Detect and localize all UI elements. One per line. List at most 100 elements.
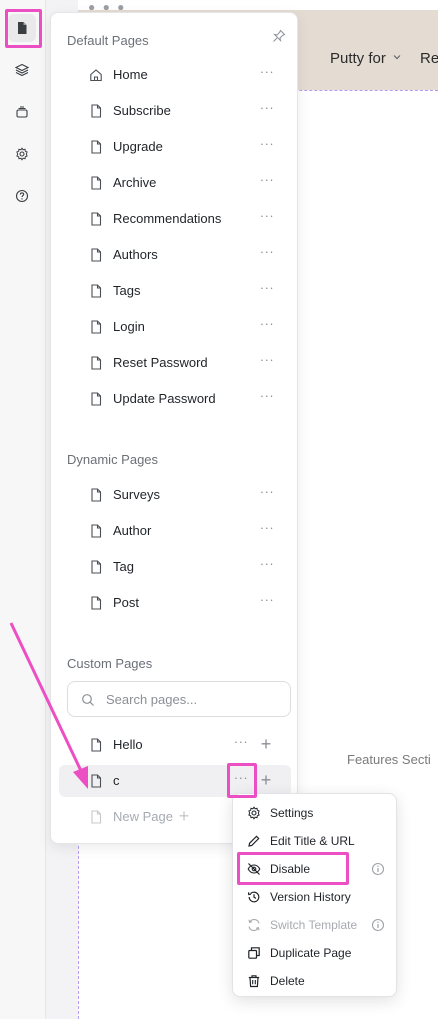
page-item[interactable]: Reset Password ··· bbox=[59, 347, 291, 379]
page-label: Reset Password bbox=[113, 355, 208, 370]
page-item[interactable]: Tags ··· bbox=[59, 275, 291, 307]
more-options-button[interactable]: ··· bbox=[258, 208, 276, 228]
left-icon-rail bbox=[0, 0, 46, 1019]
page-icon bbox=[91, 488, 102, 502]
info-icon bbox=[371, 862, 385, 876]
duplicate-icon bbox=[248, 947, 260, 959]
page-label: Tags bbox=[113, 283, 141, 298]
page-icon bbox=[91, 738, 102, 752]
page-item[interactable]: Hello ··· + bbox=[59, 729, 291, 761]
page-context-menu: Settings Edit Title & URL Disable Version H… bbox=[232, 793, 397, 997]
page-item[interactable]: Subscribe ··· bbox=[59, 95, 291, 127]
page-item[interactable]: Archive ··· bbox=[59, 167, 291, 199]
menu-item-pencil[interactable]: Edit Title & URL bbox=[237, 827, 394, 855]
menu-item-switch: Switch Template bbox=[237, 911, 394, 939]
page-item[interactable]: Post ··· bbox=[59, 587, 291, 619]
page-icon bbox=[91, 284, 102, 298]
layers-icon bbox=[15, 63, 29, 77]
page-item[interactable]: Update Password ··· bbox=[59, 383, 291, 415]
page-label: Post bbox=[113, 595, 140, 610]
page-label: Author bbox=[113, 523, 152, 538]
page-label: Hello bbox=[113, 737, 143, 752]
layers-rail-button[interactable] bbox=[8, 56, 36, 84]
help-rail-button[interactable] bbox=[8, 182, 36, 210]
stack-rail-button[interactable] bbox=[8, 98, 36, 126]
more-options-button[interactable]: ··· bbox=[232, 770, 250, 790]
page-icon bbox=[91, 596, 102, 610]
page-item[interactable]: Surveys ··· bbox=[59, 479, 291, 511]
menu-item-eye-off[interactable]: Disable bbox=[237, 855, 394, 883]
more-options-button[interactable]: ··· bbox=[258, 316, 276, 336]
menu-item-label: Settings bbox=[270, 806, 314, 820]
page-icon bbox=[91, 560, 102, 574]
settings-rail-button[interactable] bbox=[8, 140, 36, 168]
menu-item-history[interactable]: Version History bbox=[237, 883, 394, 911]
more-options-button[interactable]: ··· bbox=[232, 734, 250, 754]
page-label: Tag bbox=[113, 559, 134, 574]
page-icon bbox=[91, 320, 102, 334]
page-item[interactable]: Login ··· bbox=[59, 311, 291, 343]
page-item[interactable]: Tag ··· bbox=[59, 551, 291, 583]
section-title-default: Default Pages bbox=[67, 33, 149, 48]
eye-off-icon bbox=[247, 863, 261, 875]
page-label: Home bbox=[113, 67, 148, 82]
chevron-down-icon bbox=[392, 52, 402, 65]
more-options-button[interactable]: ··· bbox=[258, 136, 276, 156]
page-item[interactable]: Author ··· bbox=[59, 515, 291, 547]
more-options-button[interactable]: ··· bbox=[258, 556, 276, 576]
page-icon bbox=[91, 774, 102, 788]
canvas-section-label: Features Secti bbox=[347, 752, 431, 767]
page-icon bbox=[91, 176, 102, 190]
menu-item-trash[interactable]: Delete bbox=[237, 967, 394, 995]
page-icon bbox=[91, 212, 102, 226]
info-icon bbox=[371, 918, 385, 932]
menu-item-duplicate[interactable]: Duplicate Page bbox=[237, 939, 394, 967]
page-label: Login bbox=[113, 319, 145, 334]
page-label: Upgrade bbox=[113, 139, 163, 154]
more-options-button[interactable]: ··· bbox=[258, 64, 276, 84]
menu-item-label: Version History bbox=[270, 890, 351, 904]
home-icon bbox=[90, 69, 102, 82]
plus-icon: + bbox=[178, 806, 190, 826]
add-subpage-button[interactable]: + bbox=[257, 770, 275, 790]
menu-item-label: Disable bbox=[270, 862, 311, 876]
help-icon bbox=[15, 189, 29, 203]
more-options-button[interactable]: ··· bbox=[258, 280, 276, 300]
page-label: Subscribe bbox=[113, 103, 171, 118]
canvas-nav-label: Re bbox=[420, 50, 438, 67]
canvas-nav-item[interactable]: Putty for bbox=[330, 50, 402, 67]
pin-icon[interactable] bbox=[272, 29, 286, 43]
canvas-nav-item[interactable]: Re bbox=[420, 50, 438, 67]
page-label: Recommendations bbox=[113, 211, 222, 226]
page-label: c bbox=[113, 773, 120, 788]
search-pages-field[interactable] bbox=[67, 681, 291, 717]
more-options-button[interactable]: ··· bbox=[258, 244, 276, 264]
page-icon bbox=[91, 524, 102, 538]
section-title-custom: Custom Pages bbox=[67, 656, 153, 671]
trash-icon bbox=[248, 975, 260, 988]
page-item[interactable]: Authors ··· bbox=[59, 239, 291, 271]
section-title-dynamic: Dynamic Pages bbox=[67, 452, 159, 467]
page-item[interactable]: Upgrade ··· bbox=[59, 131, 291, 163]
pages-rail-button[interactable] bbox=[8, 14, 36, 42]
page-item[interactable]: Recommendations ··· bbox=[59, 203, 291, 235]
more-options-button[interactable]: ··· bbox=[258, 520, 276, 540]
more-options-button[interactable]: ··· bbox=[258, 484, 276, 504]
page-item[interactable]: Home ··· bbox=[59, 59, 291, 91]
more-options-button[interactable]: ··· bbox=[258, 352, 276, 372]
gear-icon bbox=[16, 147, 28, 161]
more-options-button[interactable]: ··· bbox=[258, 388, 276, 408]
menu-item-gear[interactable]: Settings bbox=[237, 799, 394, 827]
more-options-button[interactable]: ··· bbox=[258, 100, 276, 120]
page-label: Update Password bbox=[113, 391, 216, 406]
page-icon bbox=[91, 356, 102, 370]
menu-item-label: Switch Template bbox=[270, 918, 358, 932]
page-label: Archive bbox=[113, 175, 157, 190]
add-subpage-button[interactable]: + bbox=[257, 734, 275, 754]
more-options-button[interactable]: ··· bbox=[258, 592, 276, 612]
menu-item-label: Delete bbox=[270, 974, 305, 988]
page-icon bbox=[91, 392, 102, 406]
more-options-button[interactable]: ··· bbox=[258, 172, 276, 192]
search-input[interactable] bbox=[106, 690, 281, 708]
page-icon bbox=[91, 248, 102, 262]
